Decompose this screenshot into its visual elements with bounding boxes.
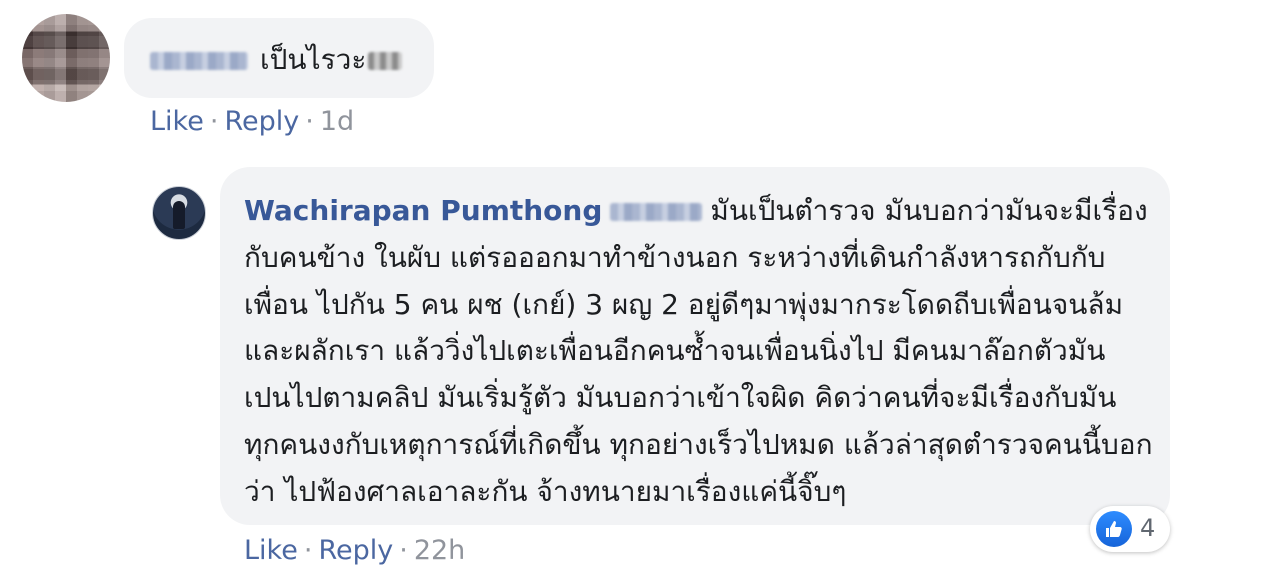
reaction-badge[interactable]: 4 (1090, 506, 1170, 552)
blurred-tagged-name (610, 203, 703, 221)
reply-link[interactable]: Reply (224, 106, 299, 137)
thumbs-up-icon (1096, 511, 1132, 547)
like-link[interactable]: Like (244, 535, 298, 566)
reply-timestamp[interactable]: 22h (414, 535, 465, 566)
reply-actions: Like · Reply · 22h (244, 535, 465, 566)
separator-dot: · (399, 535, 408, 566)
reply-author-link[interactable]: Wachirapan Pumthong (244, 194, 602, 227)
separator-dot: · (305, 106, 314, 137)
comment-actions: Like · Reply · 1d (150, 106, 354, 137)
reply-body: มันเป็นตำรวจ มันบอกว่ามันจะมีเรื่องกับคน… (244, 194, 1153, 508)
blurred-emoji (368, 52, 403, 70)
reply-link[interactable]: Reply (318, 535, 393, 566)
comment-body: เป็นไรวะ (260, 43, 367, 76)
reaction-count: 4 (1140, 514, 1156, 542)
comment-text: เป็นไรวะ (150, 38, 403, 82)
like-link[interactable]: Like (150, 106, 204, 137)
comment-timestamp[interactable]: 1d (320, 106, 354, 137)
reply-avatar[interactable] (152, 186, 206, 240)
separator-dot: · (303, 535, 313, 566)
blurred-author-name (150, 52, 248, 70)
reply-text: Wachirapan Pumthong มันเป็นตำรวจ มันบอกว่… (244, 188, 1154, 516)
avatar[interactable] (22, 14, 110, 102)
separator-dot: · (209, 106, 219, 137)
